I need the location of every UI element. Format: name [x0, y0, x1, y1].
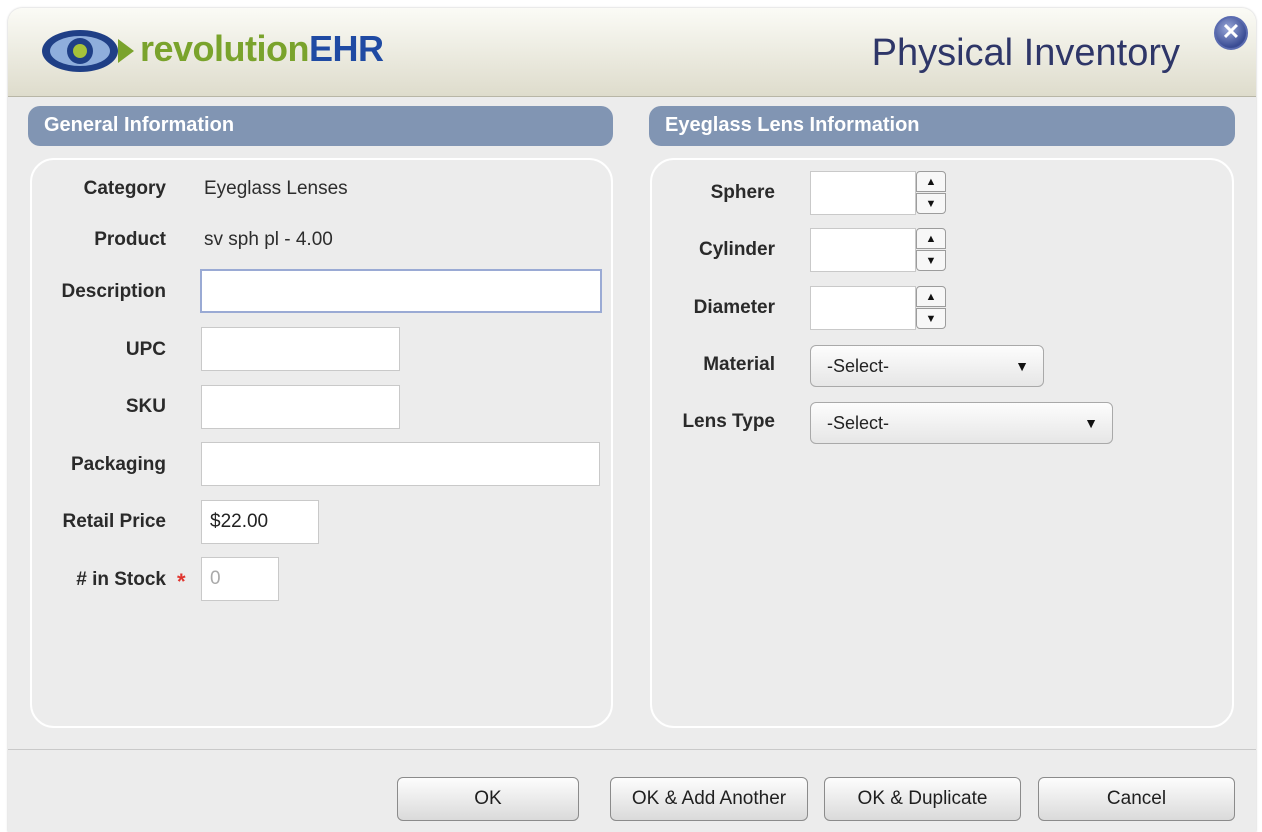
dialog-title: Physical Inventory — [871, 32, 1180, 74]
diameter-increment-icon[interactable]: ▲ — [916, 286, 946, 307]
packaging-input[interactable] — [201, 442, 600, 486]
cancel-button[interactable]: Cancel — [1038, 777, 1235, 821]
brand-part-ehr: EHR — [309, 28, 384, 69]
retail-price-input[interactable] — [201, 500, 319, 544]
close-icon[interactable]: ✕ — [1214, 16, 1248, 50]
sku-input[interactable] — [201, 385, 400, 429]
physical-inventory-dialog: revolutionEHR Physical Inventory ✕ Gener… — [8, 8, 1256, 832]
eye-logo-icon — [42, 30, 134, 72]
material-select[interactable]: -Select- ▼ — [810, 345, 1044, 387]
cylinder-input[interactable] — [810, 228, 916, 272]
description-input[interactable] — [200, 269, 602, 313]
cylinder-increment-icon[interactable]: ▲ — [916, 228, 946, 249]
ok-button[interactable]: OK — [397, 777, 579, 821]
cylinder-stepper[interactable]: ▲ ▼ — [916, 228, 946, 272]
sku-label: SKU — [125, 396, 166, 417]
ok-duplicate-button[interactable]: OK & Duplicate — [824, 777, 1021, 821]
title-bar: revolutionEHR Physical Inventory ✕ — [8, 8, 1256, 97]
stock-label: # in Stock — [76, 569, 166, 590]
product-value: sv sph pl - 4.00 — [204, 229, 333, 250]
upc-input[interactable] — [201, 327, 400, 371]
lens-type-selected-value: -Select- — [827, 413, 890, 433]
general-information-header: General Information — [28, 106, 613, 146]
footer-divider — [8, 749, 1256, 750]
ok-add-another-button[interactable]: OK & Add Another — [610, 777, 808, 821]
material-selected-value: -Select- — [827, 356, 890, 376]
lens-information-header: Eyeglass Lens Information — [649, 106, 1235, 146]
sphere-increment-icon[interactable]: ▲ — [916, 171, 946, 192]
sphere-input[interactable] — [810, 171, 916, 215]
sphere-decrement-icon[interactable]: ▼ — [916, 193, 946, 214]
stock-input[interactable] — [201, 557, 279, 601]
product-label: Product — [94, 229, 166, 250]
category-value: Eyeglass Lenses — [204, 178, 348, 199]
brand-part-revolution: revolution — [140, 28, 310, 69]
diameter-label: Diameter — [693, 297, 775, 318]
chevron-down-icon: ▼ — [1084, 415, 1098, 431]
material-label: Material — [703, 354, 775, 375]
upc-label: UPC — [125, 339, 166, 360]
required-marker: * — [177, 569, 186, 594]
diameter-input[interactable] — [810, 286, 916, 330]
chevron-down-icon: ▼ — [1015, 358, 1029, 374]
lens-type-select[interactable]: -Select- ▼ — [810, 402, 1113, 444]
sphere-label: Sphere — [710, 182, 775, 203]
cylinder-decrement-icon[interactable]: ▼ — [916, 250, 946, 271]
lens-type-label: Lens Type — [682, 411, 775, 432]
packaging-label: Packaging — [70, 454, 166, 475]
diameter-decrement-icon[interactable]: ▼ — [916, 308, 946, 329]
diameter-stepper[interactable]: ▲ ▼ — [916, 286, 946, 330]
retail-price-label: Retail Price — [62, 511, 167, 532]
description-label: Description — [61, 281, 166, 302]
sphere-stepper[interactable]: ▲ ▼ — [916, 171, 946, 215]
brand-name: revolutionEHR — [140, 28, 384, 70]
category-label: Category — [83, 178, 166, 199]
cylinder-label: Cylinder — [698, 239, 775, 260]
